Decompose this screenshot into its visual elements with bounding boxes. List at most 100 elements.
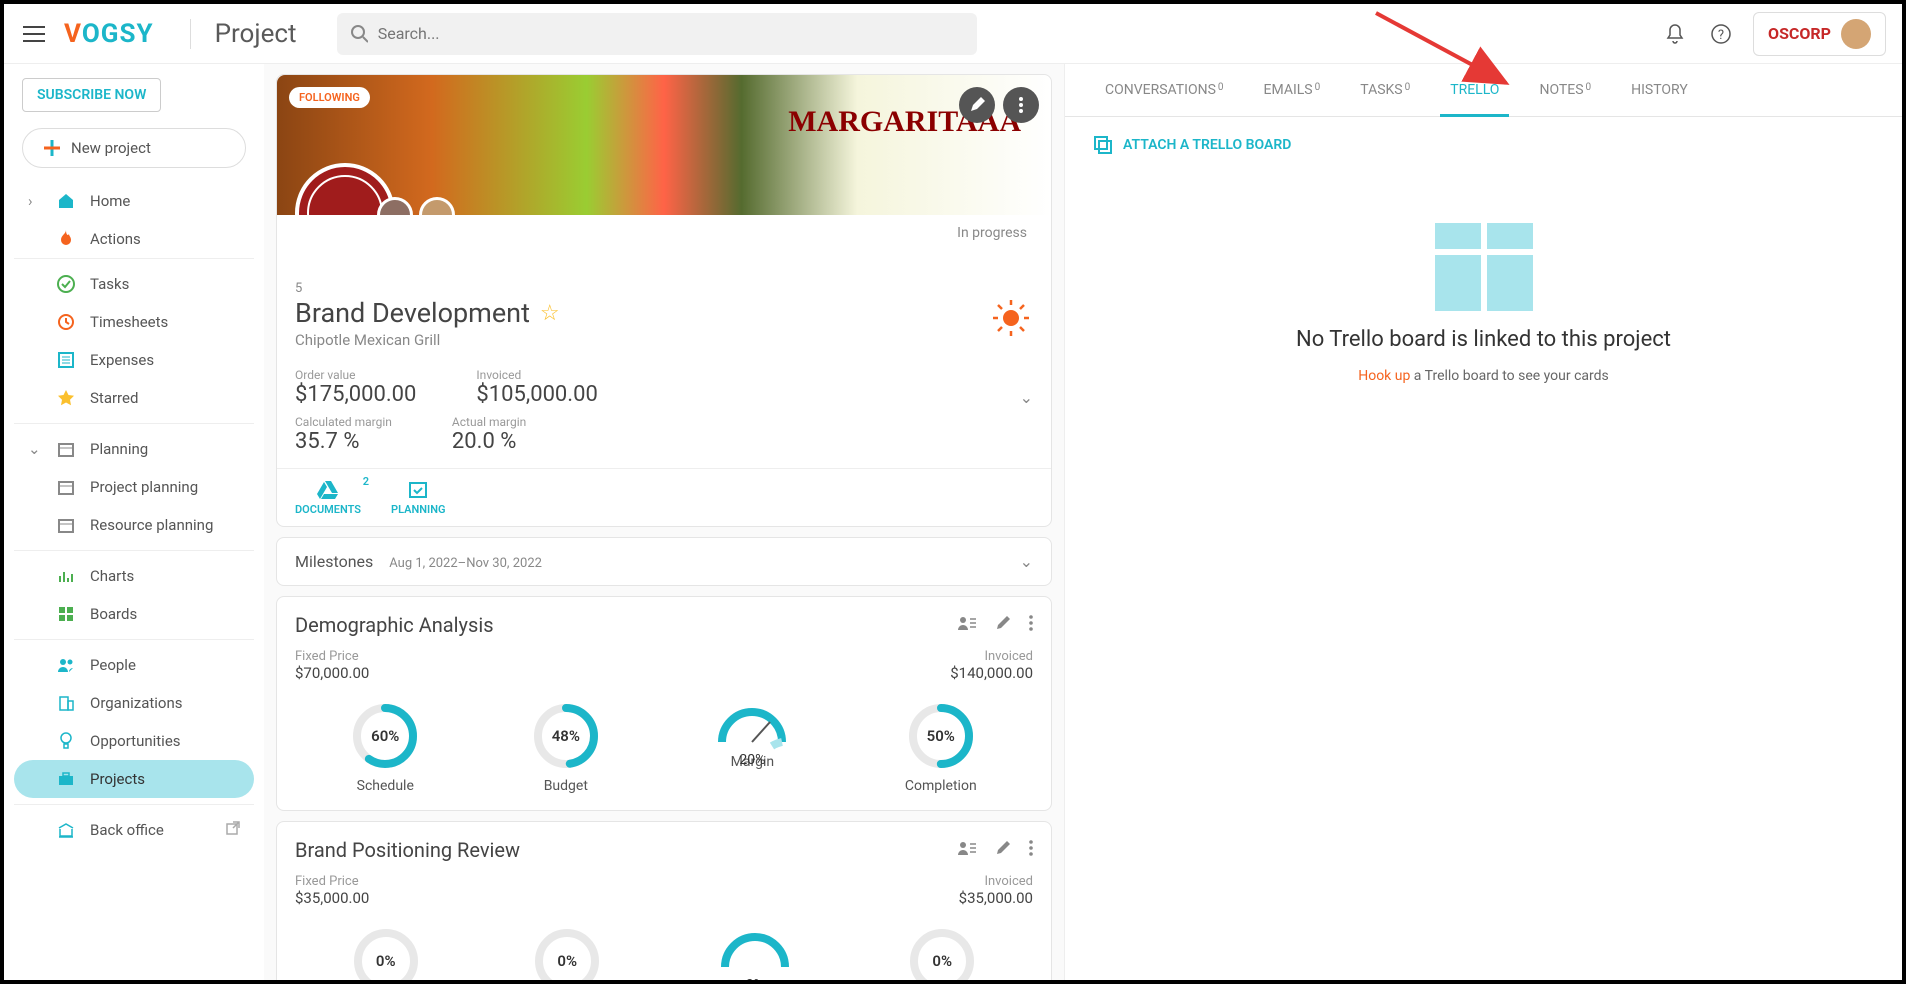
org-badge[interactable]: OSCORP xyxy=(1753,12,1886,56)
side-panel: CONVERSATIONS0 EMAILS0 TASKS0 TRELLO NOT… xyxy=(1064,64,1902,980)
list-icon xyxy=(56,350,76,370)
sidebar-item-planning[interactable]: ⌄ Planning xyxy=(14,430,254,468)
pencil-icon xyxy=(995,615,1011,631)
section-title: Brand Positioning Review xyxy=(295,838,520,862)
hamburger-icon xyxy=(23,26,45,42)
tab-tasks[interactable]: TASKS0 xyxy=(1340,64,1430,116)
sidebar-item-people[interactable]: People xyxy=(14,646,254,684)
milestones-card[interactable]: Milestones Aug 1, 2022–Nov 30, 2022 ⌄ xyxy=(276,537,1052,586)
sidebar-item-resource-planning[interactable]: Resource planning xyxy=(14,506,254,544)
building-icon xyxy=(56,693,76,713)
following-badge[interactable]: FOLLOWING xyxy=(289,87,370,108)
completion-gauge: 0% xyxy=(908,927,976,980)
project-title: Brand Development xyxy=(295,297,530,329)
menu-button[interactable] xyxy=(20,20,48,48)
sidebar-item-charts[interactable]: Charts xyxy=(14,557,254,595)
sidebar-item-opportunities[interactable]: Opportunities xyxy=(14,722,254,760)
budget-gauge: 0% xyxy=(533,927,601,980)
notifications-button[interactable] xyxy=(1661,20,1689,48)
edit-button[interactable] xyxy=(959,87,995,123)
briefcase-icon xyxy=(56,769,76,789)
svg-text:?: ? xyxy=(1718,28,1724,43)
more-vertical-icon xyxy=(1029,615,1033,631)
calendar-icon xyxy=(56,515,76,535)
more-button[interactable] xyxy=(1029,840,1033,860)
tab-history[interactable]: HISTORY xyxy=(1611,64,1708,116)
assign-button[interactable] xyxy=(957,840,977,860)
project-hero: FOLLOWING MARGARITAAA xyxy=(277,75,1051,215)
plus-icon xyxy=(43,139,61,157)
calendar-check-icon xyxy=(408,479,428,499)
empty-title: No Trello board is linked to this projec… xyxy=(1296,327,1671,352)
attach-trello-button[interactable]: ATTACH A TRELLO BOARD xyxy=(1065,117,1902,173)
milestones-dates: Aug 1, 2022–Nov 30, 2022 xyxy=(389,556,542,571)
more-button[interactable] xyxy=(1029,615,1033,635)
empty-subtitle: Hook up a Trello board to see your cards xyxy=(1358,368,1609,384)
avatar[interactable] xyxy=(377,197,413,215)
fire-icon xyxy=(56,229,76,249)
edit-button[interactable] xyxy=(995,840,1011,860)
chevron-down-icon: ⌄ xyxy=(28,440,42,458)
sidebar-item-expenses[interactable]: Expenses xyxy=(14,341,254,379)
expand-button[interactable]: ⌄ xyxy=(1020,388,1033,407)
budget-gauge: 48% xyxy=(532,702,600,770)
section-invoiced: $140,000.00 xyxy=(950,664,1033,682)
tab-notes[interactable]: NOTES0 xyxy=(1519,64,1611,116)
more-button[interactable] xyxy=(1003,87,1039,123)
search-icon xyxy=(351,25,368,43)
pencil-icon xyxy=(995,840,1011,856)
sidebar-item-projects[interactable]: Projects xyxy=(14,760,254,798)
fixed-price: $35,000.00 xyxy=(295,889,369,907)
edit-button[interactable] xyxy=(995,615,1011,635)
external-link-icon xyxy=(226,821,240,839)
sidebar-item-home[interactable]: › Home xyxy=(14,182,254,220)
section-title: Demographic Analysis xyxy=(295,613,494,637)
tab-conversations[interactable]: CONVERSATIONS0 xyxy=(1085,64,1244,116)
sidebar-item-project-planning[interactable]: Project planning xyxy=(14,468,254,506)
search-box[interactable] xyxy=(337,13,977,55)
boards-icon xyxy=(56,604,76,624)
app-header: VOGSY Project ? OSCORP xyxy=(4,4,1902,64)
bell-icon xyxy=(1665,23,1685,45)
fixed-price: $70,000.00 xyxy=(295,664,369,682)
pencil-icon xyxy=(969,97,985,113)
project-client: Chipotle Mexican Grill xyxy=(295,331,560,349)
page-title: Project xyxy=(190,19,297,49)
sidebar-item-tasks[interactable]: Tasks xyxy=(14,265,254,303)
user-avatar[interactable] xyxy=(1841,19,1871,49)
sidebar-item-starred[interactable]: Starred xyxy=(14,379,254,417)
completion-gauge: 50% xyxy=(907,702,975,770)
deliverable-card: Demographic Analysis Fixed Price $70,000… xyxy=(276,596,1052,811)
tab-trello[interactable]: TRELLO xyxy=(1430,64,1519,116)
sun-icon xyxy=(989,296,1033,350)
hook-up-link[interactable]: Hook up xyxy=(1358,368,1410,384)
actual-margin: 20.0 % xyxy=(452,429,526,454)
planning-button[interactable]: PLANNING xyxy=(391,479,445,516)
help-button[interactable]: ? xyxy=(1707,20,1735,48)
chevron-right-icon: › xyxy=(28,192,42,210)
calendar-icon xyxy=(56,439,76,459)
sidebar-item-timesheets[interactable]: Timesheets xyxy=(14,303,254,341)
sidebar-item-organizations[interactable]: Organizations xyxy=(14,684,254,722)
new-project-button[interactable]: New project xyxy=(22,128,246,168)
search-input[interactable] xyxy=(378,24,963,43)
home-icon xyxy=(56,191,76,211)
trello-empty-state: No Trello board is linked to this projec… xyxy=(1065,223,1902,384)
panel-tabs: CONVERSATIONS0 EMAILS0 TASKS0 TRELLO NOT… xyxy=(1065,64,1902,117)
star-button[interactable]: ☆ xyxy=(540,301,560,326)
people-icon xyxy=(56,655,76,675)
star-icon xyxy=(56,388,76,408)
avatar[interactable] xyxy=(419,197,455,215)
sidebar-item-actions[interactable]: Actions xyxy=(14,220,254,258)
subscribe-button[interactable]: SUBSCRIBE NOW xyxy=(22,78,161,112)
assign-button[interactable] xyxy=(957,615,977,635)
documents-button[interactable]: 2 DOCUMENTS xyxy=(295,479,361,516)
order-value: $175,000.00 xyxy=(295,382,416,407)
logo[interactable]: VOGSY xyxy=(64,19,154,49)
sidebar-item-boards[interactable]: Boards xyxy=(14,595,254,633)
attach-icon xyxy=(1093,135,1113,155)
tab-emails[interactable]: EMAILS0 xyxy=(1244,64,1341,116)
more-vertical-icon xyxy=(1019,97,1023,113)
more-vertical-icon xyxy=(1029,840,1033,856)
sidebar-item-back-office[interactable]: Back office xyxy=(14,811,254,849)
